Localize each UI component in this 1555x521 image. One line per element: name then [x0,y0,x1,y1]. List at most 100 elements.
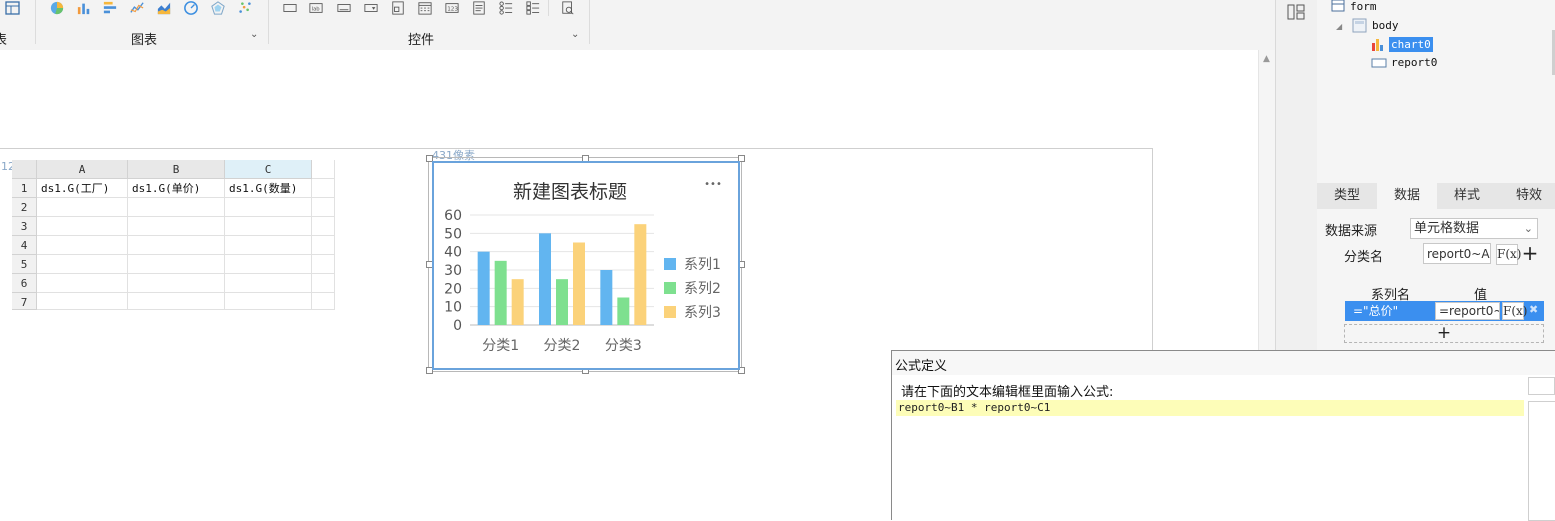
tree-node-report0[interactable]: report0 [1391,56,1437,69]
bar-series2-category2[interactable] [556,279,568,325]
bar-series1-category3[interactable] [600,270,613,325]
column-header-b[interactable]: B [128,160,225,179]
row-header-5[interactable]: 5 [12,255,37,274]
cell-b1[interactable]: ds1.G(单价) [128,179,225,198]
cell-d1[interactable] [312,179,335,198]
tab-effects[interactable]: 特效 [1499,183,1555,209]
legend-label[interactable]: 系列1 [684,257,721,273]
table-icon[interactable] [5,1,21,15]
cell-c5[interactable] [225,255,312,274]
tab-data[interactable]: 数据 [1377,183,1437,209]
formula-editor[interactable]: report0~B1 * report0~C1 [896,400,1524,416]
tab-style[interactable]: 样式 [1437,183,1497,209]
cell-c2[interactable] [225,198,312,217]
area-chart-icon[interactable] [156,1,172,15]
collapse-caret-icon[interactable]: ◢ [1336,22,1342,31]
add-series-button[interactable]: + [1344,324,1544,343]
legend-label[interactable]: 系列3 [684,305,721,321]
checkbox-group-icon[interactable] [525,1,541,15]
combobox-widget-icon[interactable] [363,1,379,15]
row-header-4[interactable]: 4 [12,236,37,255]
frame-widget-icon[interactable] [282,1,298,15]
column-header-empty[interactable] [312,160,335,179]
cell-c6[interactable] [225,274,312,293]
tree-node-body[interactable]: body [1372,19,1399,32]
bar-series3-category3[interactable] [634,224,647,325]
row-header-6[interactable]: 6 [12,274,37,293]
cell-a5[interactable] [37,255,128,274]
layout-widgets-icon[interactable] [1287,4,1305,20]
label-widget-icon[interactable]: lab [308,1,324,15]
series-name-value[interactable]: ="总价" [1353,302,1398,319]
category-name-field[interactable]: report0~A1 [1423,243,1491,264]
cell-c4[interactable] [225,236,312,255]
scatter-chart-icon[interactable] [237,1,253,15]
radar-chart-icon[interactable] [210,1,226,15]
cell-a1[interactable]: ds1.G(工厂) [37,179,128,198]
control-group-expand-icon[interactable]: ⌄ [571,29,579,40]
add-category-icon[interactable]: + [1520,241,1540,265]
series-formula-button[interactable]: F(x) [1502,302,1527,320]
cell-a7[interactable] [37,293,128,310]
cell-b2[interactable] [128,198,225,217]
cell-c3[interactable] [225,217,312,236]
row-header-7[interactable]: 7 [12,293,37,310]
search-widget-icon[interactable] [560,1,576,15]
cell-a2[interactable] [37,198,128,217]
line-chart-icon[interactable] [129,1,145,15]
dropdown-chevron-icon[interactable]: ⌄ [1524,219,1533,238]
cell-b7[interactable] [128,293,225,310]
cell-c7[interactable] [225,293,312,310]
cell-c1[interactable]: ds1.G(数量) [225,179,312,198]
scroll-up-icon[interactable]: ▲ [1263,54,1270,64]
legend-label[interactable]: 系列2 [684,281,721,297]
cell-b6[interactable] [128,274,225,293]
column-chart-icon[interactable] [76,1,92,15]
report-block[interactable]: A B C 1 2 3 4 5 6 7 ds1.G(工厂) ds1.G(单价) … [12,160,335,310]
list-widget-icon[interactable] [390,1,406,15]
cell-d6[interactable] [312,274,335,293]
cell-d7[interactable] [312,293,335,310]
cell-a4[interactable] [37,236,128,255]
cell-a6[interactable] [37,274,128,293]
remove-series-icon[interactable]: ✖ [1529,303,1538,316]
column-header-c[interactable]: C [225,160,312,179]
bar-series3-category1[interactable] [511,279,524,325]
data-source-select[interactable]: 单元格数据 ⌄ [1410,218,1538,239]
chart-group-expand-icon[interactable]: ⌄ [250,29,258,40]
row-header-1[interactable]: 1 [12,179,37,198]
tree-node-form[interactable]: form [1350,0,1377,13]
cell-d5[interactable] [312,255,335,274]
bar-series2-category1[interactable] [494,260,507,325]
textarea-widget-icon[interactable] [471,1,487,15]
category-formula-button[interactable]: F(x) [1496,244,1521,265]
cell-a3[interactable] [37,217,128,236]
canvas-vertical-scrollbar[interactable]: ▲ [1258,50,1276,350]
cell-d4[interactable] [312,236,335,255]
cell-d3[interactable] [312,217,335,236]
radio-group-icon[interactable] [498,1,514,15]
series-row[interactable]: ="总价" =report0~I F(x) ✖ [1345,301,1544,321]
grid-corner[interactable] [12,160,37,179]
series-value-field[interactable]: =report0~I [1435,302,1500,320]
bar-series1-category2[interactable] [539,233,551,325]
bar-chart-icon[interactable] [102,1,118,15]
cell-b4[interactable] [128,236,225,255]
bar-series3-category2[interactable] [573,242,585,326]
legend-swatch[interactable] [664,258,676,270]
cell-b5[interactable] [128,255,225,274]
textbox-widget-icon[interactable] [336,1,352,15]
row-header-2[interactable]: 2 [12,198,37,217]
row-header-3[interactable]: 3 [12,217,37,236]
chart-more-icon[interactable]: ••• [704,179,722,190]
legend-swatch[interactable] [664,282,676,294]
cell-d2[interactable] [312,198,335,217]
chart0-widget[interactable]: 新建图表标题 ••• 60 50 40 30 20 10 0 分类1 分类2 分类3 系列1 系列… [432,161,740,370]
bar-series2-category3[interactable] [617,297,630,326]
tree-node-chart0[interactable]: chart0 [1389,37,1433,52]
function-list-panel[interactable] [1528,401,1555,521]
cell-b3[interactable] [128,217,225,236]
gauge-chart-icon[interactable] [183,1,199,15]
pie-chart-icon[interactable] [49,1,65,15]
number-widget-icon[interactable]: 123 [444,1,460,15]
